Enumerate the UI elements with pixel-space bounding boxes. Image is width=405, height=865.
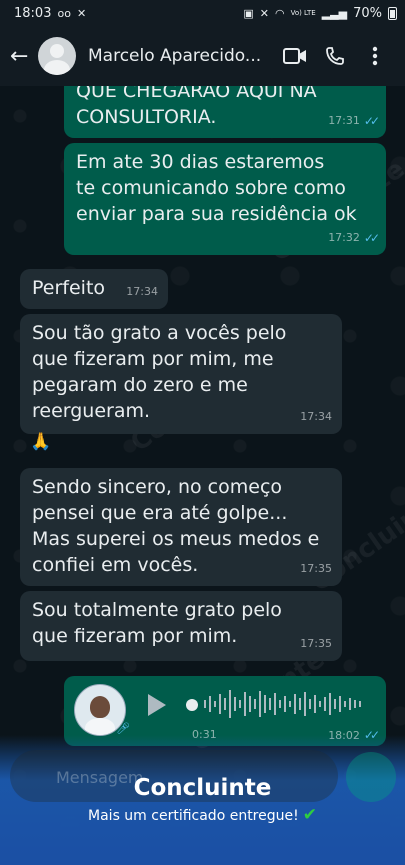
message-time: 17:34 [126, 285, 158, 298]
battery-icon [388, 6, 397, 20]
message-line: Sendo sincero, no começo [32, 476, 283, 498]
battery-percent: 70% [353, 5, 382, 21]
message-line: confiei em vocês. [32, 554, 199, 576]
message-time: 17:34 [300, 410, 332, 423]
read-ticks-icon: ✓✓ [363, 231, 380, 245]
message-bubble-incoming[interactable]: Sou tão grato a vocês pelo que fizeram p… [20, 314, 342, 434]
message-time: 17:31 ✓✓ [328, 108, 380, 134]
status-time: 18:03 [14, 5, 52, 21]
lock-icon: ▣ [243, 6, 254, 20]
message-time: 17:35 [300, 562, 332, 575]
checkmark-icon: ✔ [302, 805, 317, 825]
message-line: te comunicando sobre como [76, 177, 346, 199]
more-options-icon[interactable] [355, 46, 395, 66]
message-line: pegaram do zero e me [32, 374, 248, 396]
praying-hands-emoji[interactable]: 🙏 [30, 432, 51, 452]
signal-icon: ▂▃▅ [321, 6, 348, 20]
avatar[interactable] [38, 37, 76, 75]
message-bubble-incoming[interactable]: Perfeito 17:34 [20, 269, 168, 309]
message-line: Mas superei os meus medos e [32, 528, 320, 550]
back-arrow-icon[interactable]: ← [10, 44, 34, 69]
audio-waveform[interactable] [202, 686, 367, 722]
message-bubble-outgoing[interactable]: QUE CHEGARAO AQUI NA CONSULTORIA. 17:31 ✓… [64, 86, 386, 138]
contact-name[interactable]: Marcelo Aparecido... [88, 46, 275, 66]
message-time: 17:32 ✓✓ [328, 225, 380, 251]
mute-icon: ✕ [259, 6, 269, 20]
message-line: Sou tão grato a vocês pelo [32, 322, 287, 344]
read-ticks-icon: ✓✓ [363, 114, 380, 128]
message-line: reergueram. [32, 400, 151, 422]
message-line: QUE CHEGARAO AQUI NA [76, 86, 317, 102]
message-line: pensei que era até golpe... [32, 502, 288, 524]
message-bubble-outgoing[interactable]: Em ate 30 dias estaremos te comunicando … [64, 143, 386, 255]
message-line: enviar para sua residência ok [76, 203, 357, 225]
message-line: que fizeram por mim, me [32, 348, 274, 370]
voicemail-icon: oo [57, 6, 71, 20]
message-line: Em ate 30 dias estaremos [76, 151, 325, 173]
audio-seek-handle[interactable] [186, 699, 198, 711]
wifi-icon: ◠ [274, 6, 285, 20]
message-time: 17:35 [300, 637, 332, 650]
microphone-icon: 🎤︎ [116, 722, 130, 735]
play-icon[interactable] [148, 694, 166, 716]
video-call-icon[interactable] [275, 47, 315, 65]
message-bubble-incoming[interactable]: Sou totalmente grato pelo que fizeram po… [20, 591, 342, 661]
chat-header: ← Marcelo Aparecido... [0, 26, 405, 86]
phone-call-icon[interactable] [315, 46, 355, 66]
brand-logo: Concluinte [133, 775, 272, 801]
message-line: Sou totalmente grato pelo [32, 599, 282, 621]
message-bubble-incoming[interactable]: Sendo sincero, no começo pensei que era … [20, 468, 342, 586]
missed-call-icon: ✕ [76, 6, 87, 20]
message-line: que fizeram por mim. [32, 625, 238, 647]
tagline: Mais um certificado entregue! ✔ [88, 805, 317, 825]
network-type: Vo) LTE [290, 9, 316, 17]
status-bar: 18:03 oo ✕ ▣ ✕ ◠ Vo) LTE ▂▃▅ 70% [0, 0, 405, 26]
